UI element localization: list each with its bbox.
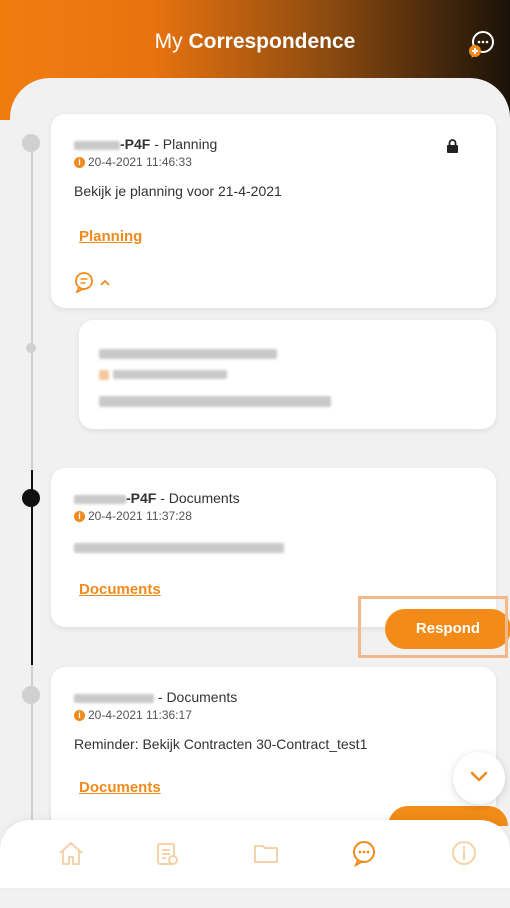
message-text: Bekijk je planning voor 21-4-2021 [74,183,282,199]
card-category: - Documents [156,490,240,506]
redacted-sender [74,494,126,504]
page-title-bold: Correspondence [188,30,356,53]
card-header: -P4F - Planning [74,136,282,152]
info-icon: i [74,709,85,721]
chat-plus-icon[interactable] [468,30,496,58]
respond-highlight [358,596,508,658]
scroll-down-button[interactable] [453,752,505,804]
message-text: Reminder: Bekijk Contracten 30-Contract_… [74,736,368,752]
documents-link[interactable]: Documents [79,779,161,796]
card-category: - Planning [150,136,218,152]
timestamp: 20-4-2021 11:37:28 [88,509,192,523]
page-title: My Correspondence [0,30,510,54]
sender-suffix: -P4F [120,136,151,152]
reply-message-redacted [99,393,331,411]
clipboard-icon[interactable] [152,838,182,868]
reply-card [79,320,496,429]
chat-icon[interactable] [349,838,379,868]
reply-sender-redacted [99,345,277,363]
timestamp-row: i 20-4-2021 11:36:17 [74,708,367,722]
timeline-dot [22,686,40,704]
card-category: - Documents [154,689,238,705]
comments-toggle[interactable] [74,271,114,293]
timestamp: 20-4-2021 11:46:33 [88,155,192,169]
timeline-dot-small [26,343,36,353]
timestamp-row: i 20-4-2021 11:46:33 [74,155,282,169]
timestamp: 20-4-2021 11:36:17 [88,708,192,722]
message-redacted [74,539,284,557]
redacted-sender [74,140,120,150]
reply-timestamp-redacted [99,366,228,384]
timeline-dot-active [22,489,40,507]
redacted-sender [74,693,154,703]
timeline-dot [22,134,40,152]
info-icon: i [74,510,85,522]
timestamp-row: i 20-4-2021 11:37:28 [74,509,284,523]
card-header: -P4F - Documents [74,490,284,506]
card-header: - Documents [74,689,367,705]
page-title-prefix: My [154,30,183,53]
planning-link[interactable]: Planning [79,228,142,245]
lock-icon [447,139,458,153]
documents-link[interactable]: Documents [79,581,161,598]
correspondence-card-planning[interactable]: -P4F - Planning i 20-4-2021 11:46:33 Bek… [51,114,496,308]
home-icon[interactable] [56,838,86,868]
info-icon[interactable] [449,838,479,868]
info-icon: i [74,156,85,168]
folder-icon[interactable] [251,838,281,868]
sender-suffix: -P4F [126,490,157,506]
chevron-down-icon [470,771,488,782]
bottom-nav [0,820,510,888]
